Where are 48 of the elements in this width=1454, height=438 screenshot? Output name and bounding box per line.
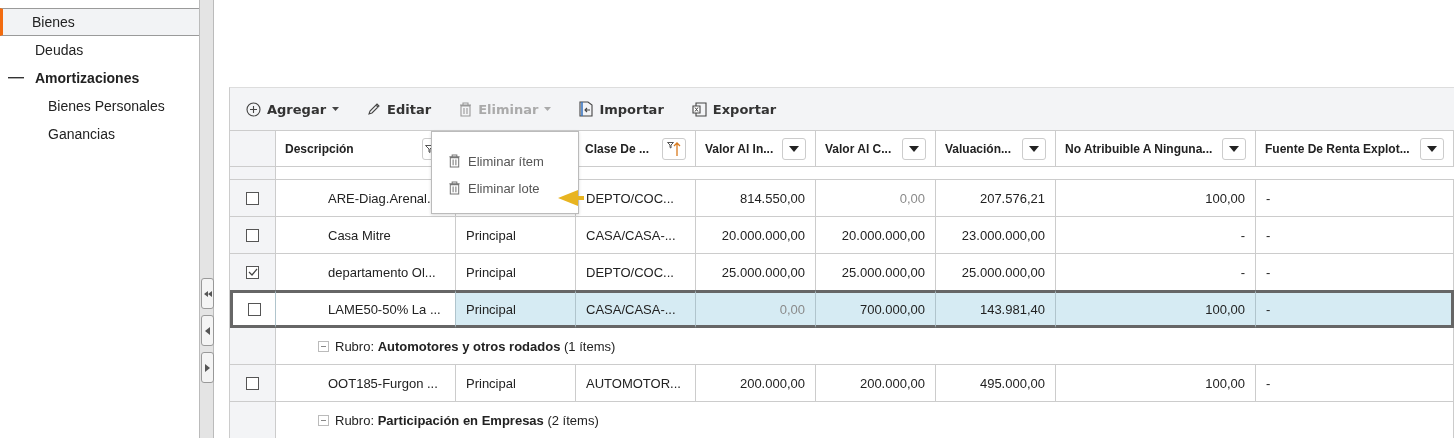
- column-title: Valuación...: [945, 141, 1012, 156]
- table-cell: 700.000,00: [816, 290, 936, 328]
- table-cell: 100,00: [1056, 180, 1256, 217]
- table-cell: -: [1256, 290, 1454, 328]
- group-label: Rubro: Participación en Empresas (2 ítems): [335, 412, 599, 428]
- table-cell: 143.981,40: [936, 290, 1056, 328]
- table-cell: DEPTO/COC...: [576, 180, 696, 217]
- table-cell: Principal: [456, 365, 576, 402]
- table-cell: 207.576,21: [936, 180, 1056, 217]
- table-cell: Principal: [456, 290, 576, 328]
- table-cell: 23.000.000,00: [936, 217, 1056, 254]
- table-cell: 200.000,00: [816, 365, 936, 402]
- sidebar-item[interactable]: Amortizaciones: [0, 64, 199, 92]
- table-cell: LAME50-50% La ...: [276, 290, 456, 328]
- column-title: Valor Al C...: [825, 141, 892, 156]
- column-title: No Atribuible A Ninguna...: [1065, 141, 1213, 156]
- table-cell: 0,00: [816, 180, 936, 217]
- toolbar-button[interactable]: Editar: [367, 101, 432, 117]
- table-cell: 814.550,00: [696, 180, 816, 217]
- toolbar-button[interactable]: Agregar: [246, 101, 340, 117]
- table-cell: CASA/CASA-...: [576, 290, 696, 328]
- column-title: Valor Al In...: [705, 141, 774, 156]
- sidebar-item[interactable]: Bienes Personales: [0, 92, 199, 120]
- table-cell: -: [1256, 365, 1454, 402]
- table-cell: -: [1256, 217, 1454, 254]
- table-cell: 20.000.000,00: [696, 217, 816, 254]
- column-title: Clase De ...: [585, 141, 650, 156]
- table-cell: 0,00: [696, 290, 816, 328]
- table-cell: Principal: [456, 217, 576, 254]
- table-cell: OOT185-Furgon ...: [276, 365, 456, 402]
- table-cell: -: [1056, 217, 1256, 254]
- table-cell: Casa Mitre: [276, 217, 456, 254]
- table-cell: 20.000.000,00: [816, 217, 936, 254]
- toolbar-button[interactable]: Importar: [579, 101, 664, 117]
- table-cell: 100,00: [1056, 290, 1256, 328]
- sidebar-item[interactable]: Deudas: [0, 36, 199, 64]
- column-title: Descripción: [285, 141, 354, 156]
- table-cell: -: [1256, 180, 1454, 217]
- column-title: Fuente De Renta Explot...: [1265, 141, 1410, 156]
- table-cell: 495.000,00: [936, 365, 1056, 402]
- table-cell: 100,00: [1056, 365, 1256, 402]
- table-cell: AUTOMOTOR...: [576, 365, 696, 402]
- toolbar-button[interactable]: Exportar: [691, 101, 777, 117]
- group-label: Rubro: Automotores y otros rodados (1 ítems): [335, 338, 616, 354]
- table-cell: CASA/CASA-...: [576, 217, 696, 254]
- sidebar-item[interactable]: Ganancias: [0, 120, 199, 148]
- table-cell: 200.000,00: [696, 365, 816, 402]
- sidebar-item[interactable]: Bienes: [0, 8, 199, 36]
